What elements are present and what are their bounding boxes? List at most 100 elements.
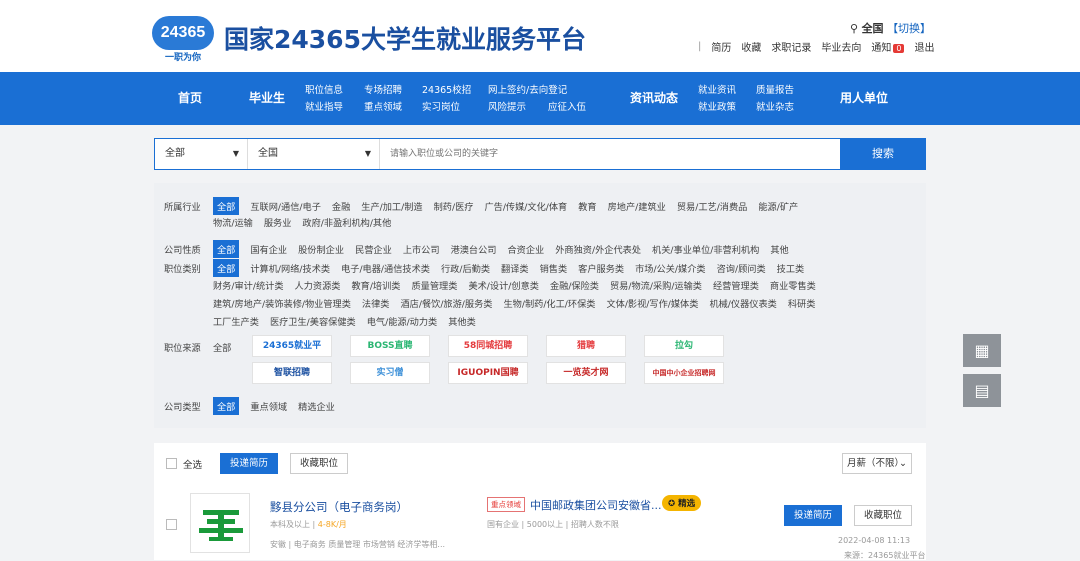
user-link-notify[interactable]: 通知 0 (871, 39, 905, 54)
ctype-option[interactable]: 重点领域 (250, 399, 287, 413)
jobtype-option[interactable]: 法律类 (362, 296, 390, 310)
user-link-logout[interactable]: 退出 (914, 39, 934, 54)
site-logo[interactable]: 24365 一职为你 (152, 16, 214, 63)
search-input[interactable] (380, 139, 840, 169)
nav-employment-policy[interactable]: 就业政策 (698, 99, 736, 116)
jobtype-option[interactable]: 医疗卫生/美容保健类 (270, 314, 356, 328)
industry-option[interactable]: 政府/非盈利机构/其他 (302, 215, 391, 229)
jobtype-option[interactable]: 技工类 (777, 261, 805, 275)
jobtype-option[interactable]: 教育/培训类 (351, 278, 400, 292)
jobtype-option[interactable]: 建筑/房地产/装饰装修/物业管理类 (213, 296, 351, 310)
nav-enlist[interactable]: 应征入伍 (548, 99, 586, 116)
collect-job-button[interactable]: 收藏职位 (854, 505, 912, 526)
jobtype-option[interactable]: 电气/能源/动力类 (367, 314, 438, 328)
source-guopin[interactable]: IGUOPIN国聘 (448, 362, 528, 384)
source-option-all[interactable]: 全部 (213, 340, 231, 354)
industry-option[interactable]: 服务业 (264, 215, 292, 229)
jobtype-option[interactable]: 科研类 (788, 296, 816, 310)
jobtype-option[interactable]: 经营管理类 (713, 278, 759, 292)
ctype-option[interactable]: 精选企业 (298, 399, 335, 413)
nature-option[interactable]: 上市公司 (403, 242, 440, 256)
industry-option[interactable]: 生产/加工/制造 (361, 199, 422, 213)
industry-option[interactable]: 互联网/通信/电子 (250, 199, 321, 213)
source-sme[interactable]: 中国中小企业招聘网 (644, 362, 724, 384)
nav-magazine[interactable]: 就业杂志 (756, 99, 794, 116)
nature-option[interactable]: 国有企业 (250, 242, 287, 256)
industry-option[interactable]: 全部 (213, 197, 240, 215)
user-link-records[interactable]: 求职记录 (771, 39, 811, 54)
source-shixiseng[interactable]: 实习僧 (350, 362, 430, 384)
nav-internship[interactable]: 实习岗位 (422, 99, 471, 116)
nav-graduate[interactable]: 毕业生 (249, 72, 285, 125)
source-boss[interactable]: BOSS直聘 (350, 335, 430, 357)
nature-option[interactable]: 民营企业 (355, 242, 392, 256)
jobtype-option[interactable]: 商业零售类 (770, 278, 816, 292)
jobtype-option[interactable]: 财务/审计/统计类 (213, 278, 284, 292)
jobtype-option[interactable]: 全部 (213, 259, 240, 277)
nav-home[interactable]: 首页 (178, 72, 202, 125)
industry-option[interactable]: 金融 (332, 199, 350, 213)
jobtype-option[interactable]: 质量管理类 (412, 278, 458, 292)
nature-option[interactable]: 港澳台公司 (451, 242, 497, 256)
nav-campus-recruit[interactable]: 24365校招 (422, 82, 471, 99)
batch-collect-button[interactable]: 收藏职位 (290, 453, 348, 474)
industry-option[interactable]: 房地产/建筑业 (608, 199, 666, 213)
industry-option[interactable]: 物流/运输 (213, 215, 253, 229)
job-title-link[interactable]: 黟县分公司（电子商务岗） (270, 499, 408, 515)
chat-icon[interactable]: ▤ (963, 374, 1001, 407)
nav-employment-news[interactable]: 就业资讯 (698, 82, 736, 99)
search-button[interactable]: 搜索 (840, 138, 926, 170)
nav-news[interactable]: 资讯动态 (630, 72, 678, 125)
nav-employer[interactable]: 用人单位 (840, 72, 888, 125)
jobtype-option[interactable]: 文体/影视/写作/媒体类 (606, 296, 698, 310)
nav-guidance[interactable]: 就业指导 (305, 99, 343, 116)
jobtype-option[interactable]: 计算机/网络/技术类 (250, 261, 330, 275)
nature-option[interactable]: 合资企业 (508, 242, 545, 256)
batch-deliver-button[interactable]: 投递简历 (220, 453, 278, 474)
nature-option[interactable]: 其他 (770, 242, 788, 256)
source-zhilian[interactable]: 智联招聘 (252, 362, 332, 384)
jobtype-option[interactable]: 行政/后勤类 (441, 261, 490, 275)
jobtype-option[interactable]: 贸易/物流/采购/运输类 (610, 278, 702, 292)
source-lagou[interactable]: 拉勾 (644, 335, 724, 357)
source-58[interactable]: 58同城招聘 (448, 335, 528, 357)
salary-sort-select[interactable]: 月薪（不限） ⌄ (842, 453, 912, 474)
user-link-favorites[interactable]: 收藏 (741, 39, 761, 54)
nav-online-sign[interactable]: 网上签约/去向登记 (488, 82, 567, 99)
nav-quality-report[interactable]: 质量报告 (756, 82, 794, 99)
jobtype-option[interactable]: 生物/制药/化工/环保类 (503, 296, 595, 310)
category-select[interactable]: 全部 ▼ (155, 139, 248, 169)
industry-option[interactable]: 广告/传媒/文化/体育 (484, 199, 567, 213)
jobtype-option[interactable]: 咨询/顾问类 (717, 261, 766, 275)
nav-key-field[interactable]: 重点领域 (364, 99, 402, 116)
nature-option[interactable]: 外商独资/外企代表处 (555, 242, 641, 256)
select-all-checkbox[interactable] (166, 458, 177, 469)
switch-location-link[interactable]: 【切换】 (887, 22, 931, 35)
source-liepin[interactable]: 猎聘 (546, 335, 626, 357)
jobtype-option[interactable]: 销售类 (540, 261, 568, 275)
region-select[interactable]: 全国 ▼ (248, 139, 380, 169)
nav-job-info[interactable]: 职位信息 (305, 82, 343, 99)
industry-option[interactable]: 教育 (578, 199, 596, 213)
jobtype-option[interactable]: 客户服务类 (578, 261, 624, 275)
ctype-option[interactable]: 全部 (213, 397, 240, 415)
jobtype-option[interactable]: 美术/设计/创意类 (468, 278, 539, 292)
qrcode-icon[interactable]: ▦ (963, 334, 1001, 367)
source-yilan[interactable]: 一览英才网 (546, 362, 626, 384)
jobtype-option[interactable]: 酒店/餐饮/旅游/服务类 (400, 296, 492, 310)
industry-option[interactable]: 制药/医疗 (434, 199, 474, 213)
deliver-resume-button[interactable]: 投递简历 (784, 505, 842, 526)
jobtype-option[interactable]: 市场/公关/媒介类 (635, 261, 706, 275)
user-link-resume[interactable]: 简历 (711, 39, 731, 54)
source-24365[interactable]: 24365就业平 (252, 335, 332, 357)
jobtype-option[interactable]: 工厂生产类 (213, 314, 259, 328)
nature-option[interactable]: 股份制企业 (298, 242, 344, 256)
jobtype-option[interactable]: 机械/仪器仪表类 (709, 296, 776, 310)
jobtype-option[interactable]: 电子/电器/通信技术类 (341, 261, 430, 275)
nature-option[interactable]: 全部 (213, 240, 240, 258)
nature-option[interactable]: 机关/事业单位/非营利机构 (652, 242, 759, 256)
jobtype-option[interactable]: 金融/保险类 (550, 278, 599, 292)
nav-special-fair[interactable]: 专场招聘 (364, 82, 402, 99)
user-link-destination[interactable]: 毕业去向 (821, 39, 861, 54)
jobtype-option[interactable]: 翻译类 (501, 261, 529, 275)
